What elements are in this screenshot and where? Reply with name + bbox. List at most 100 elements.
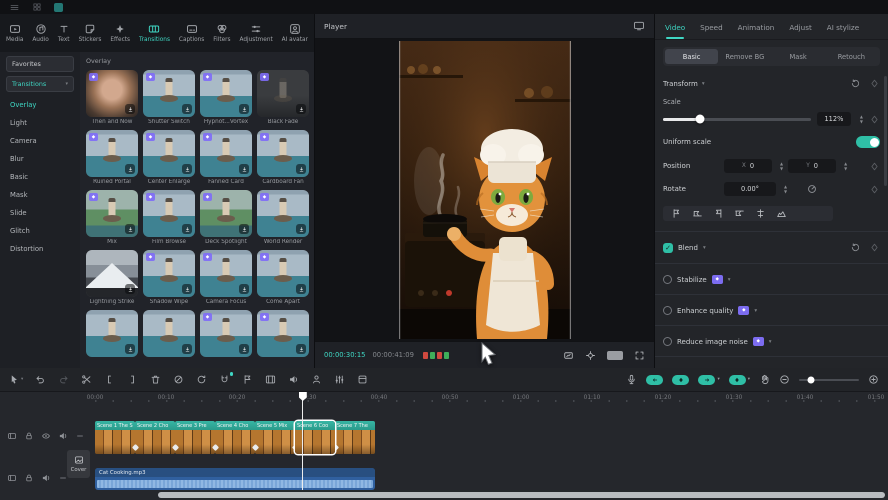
subtab-basic[interactable]: Basic [665, 49, 718, 64]
video-clip-3[interactable]: Scene 3 Pre [175, 421, 215, 454]
sidebar-item-blur[interactable]: Blur [0, 150, 80, 168]
download-icon[interactable] [182, 344, 192, 354]
tab-adjust[interactable]: Adjust [789, 23, 811, 32]
track-icon[interactable] [7, 473, 17, 483]
toolbar-item-audio[interactable]: Audio [32, 23, 48, 43]
sidebar-item-distortion[interactable]: Distortion [0, 240, 80, 258]
zoom-in-icon[interactable] [868, 374, 879, 385]
toolbar-item-effects[interactable]: Effects [110, 23, 130, 43]
download-icon[interactable] [125, 344, 135, 354]
flag-right-icon[interactable] [713, 208, 724, 219]
transition-item-mix[interactable]: ◆ Mix [86, 190, 138, 246]
transition-item-item[interactable] [86, 310, 138, 366]
uniform-scale-toggle[interactable] [856, 136, 880, 148]
toolbar-item-filters[interactable]: Filters [213, 23, 230, 43]
lock-icon[interactable] [24, 473, 34, 483]
marker-tool-icon[interactable] [242, 374, 253, 385]
download-icon[interactable] [296, 164, 306, 174]
transition-item-hypnot-vortex[interactable]: ◆ Hypnot...Vortex [200, 70, 252, 126]
sidebar-item-light[interactable]: Light [0, 114, 80, 132]
video-clip-6[interactable]: Scene 6 Coo [295, 421, 335, 454]
subtab-retouch[interactable]: Retouch [825, 49, 878, 64]
download-icon[interactable] [239, 224, 249, 234]
tab-animation[interactable]: Animation [738, 23, 775, 32]
download-icon[interactable] [182, 164, 192, 174]
transition-item-lightning-strike[interactable]: Lightning Strike [86, 250, 138, 306]
position-x-stepper[interactable]: ▲▼ [780, 162, 783, 171]
position-y-input[interactable]: Y0 [788, 159, 836, 173]
tab-video[interactable]: Video [665, 23, 685, 32]
transition-item-black-fade[interactable]: ◆ Black Fade [257, 70, 309, 126]
keyframe-icon[interactable] [869, 161, 880, 172]
flag-down-icon[interactable] [692, 208, 703, 219]
chevron-down-icon[interactable]: ▾ [754, 308, 757, 314]
download-icon[interactable] [125, 164, 135, 174]
keyframe-pill-keyadd[interactable] [672, 375, 689, 385]
position-y-stepper[interactable]: ▲▼ [844, 162, 847, 171]
keyframe-icon[interactable] [869, 114, 880, 125]
quality-pill[interactable] [607, 351, 623, 360]
video-clip-2[interactable]: Scene 2 Cho [135, 421, 175, 454]
playhead-line[interactable] [302, 392, 303, 490]
reset-icon[interactable] [850, 78, 861, 89]
magnet-tool-icon[interactable] [219, 374, 230, 385]
flag-center-icon[interactable] [755, 208, 766, 219]
timeline-horizontal-scrollbar[interactable] [158, 492, 885, 498]
focus-icon[interactable] [585, 350, 596, 361]
scale-stepper[interactable]: ▲▼ [860, 115, 863, 124]
transition-item-cardboard-fan[interactable]: ◆ Cardboard Fan [257, 130, 309, 186]
rotate-value[interactable]: 0.00° [724, 182, 776, 196]
cursor-tool-icon[interactable]: ▾ [9, 374, 23, 385]
timeline-ruler[interactable]: 00:0000:1000:2000:3000:4000:5001:0001:10… [0, 392, 888, 410]
chevron-down-icon[interactable]: ▾ [702, 81, 705, 87]
position-x-input[interactable]: X0 [724, 159, 772, 173]
transition-item-item[interactable]: ◆ [200, 310, 252, 366]
transition-item-come-apart[interactable]: ◆ Come Apart [257, 250, 309, 306]
film-tool-icon[interactable] [265, 374, 276, 385]
preview-stage[interactable] [315, 39, 654, 341]
split-tool-icon[interactable] [81, 374, 92, 385]
download-icon[interactable] [125, 104, 135, 114]
transition-item-shadow-wipe[interactable]: ◆ Shadow Wipe [143, 250, 195, 306]
row-reduce-image-noise[interactable]: Reduce image noise ◆ ▾ [663, 337, 880, 346]
download-icon[interactable] [239, 164, 249, 174]
transition-item-camera-focus[interactable]: ◆ Camera Focus [200, 250, 252, 306]
chevron-down-icon[interactable]: ▾ [703, 245, 706, 251]
speaker-icon[interactable] [41, 473, 51, 483]
transition-item-center-enlarge[interactable]: ◆ Center Enlarge [143, 130, 195, 186]
display-icon[interactable] [633, 20, 645, 32]
toolbar-item-ai-avatar[interactable]: AI avatar [282, 23, 308, 43]
download-icon[interactable] [182, 284, 192, 294]
blend-checkbox[interactable]: ✓ [663, 243, 673, 253]
download-icon[interactable] [239, 344, 249, 354]
sidebar-item-basic[interactable]: Basic [0, 168, 80, 186]
bracket-l-tool-icon[interactable] [104, 374, 115, 385]
home-grid-icon[interactable] [32, 2, 42, 12]
video-clip-7[interactable]: Scene 7 The [335, 421, 375, 454]
flag-up-icon[interactable] [734, 208, 745, 219]
download-icon[interactable] [125, 284, 135, 294]
transition-item-item[interactable]: ◆ [257, 310, 309, 366]
feature-checkbox[interactable] [663, 306, 672, 315]
cover-button[interactable]: Cover [67, 450, 90, 478]
transition-item-fanned-card[interactable]: ◆ Fanned Card [200, 130, 252, 186]
toolbar-item-transitions[interactable]: Transitions [139, 23, 170, 43]
keyframe-icon[interactable] [869, 184, 880, 195]
row-enhance-quality[interactable]: Enhance quality ◆ ▾ [663, 306, 880, 315]
tab-ai-stylize[interactable]: AI stylize [827, 23, 859, 32]
transition-item-item[interactable] [143, 310, 195, 366]
sliders-tool-icon[interactable] [334, 374, 345, 385]
transition-item-world-render[interactable]: ◆ World Render [257, 190, 309, 246]
keyframe-icon[interactable] [869, 242, 880, 253]
transitions-dropdown[interactable]: Transitions ▾ [6, 76, 74, 92]
bracket-r-tool-icon[interactable] [127, 374, 138, 385]
video-clip-5[interactable]: Scene 5 Mix [255, 421, 295, 454]
hand-tool-icon[interactable] [759, 374, 770, 385]
speaker-tool-icon[interactable] [288, 374, 299, 385]
keyframe-pill-keyprev[interactable] [646, 375, 663, 385]
undo-tool-icon[interactable] [35, 374, 46, 385]
transition-item-film-browse[interactable]: ◆ Film Browse [143, 190, 195, 246]
subtab-remove-bg[interactable]: Remove BG [718, 49, 771, 64]
scale-value[interactable]: 112% [817, 112, 851, 126]
feature-checkbox[interactable] [663, 337, 672, 346]
